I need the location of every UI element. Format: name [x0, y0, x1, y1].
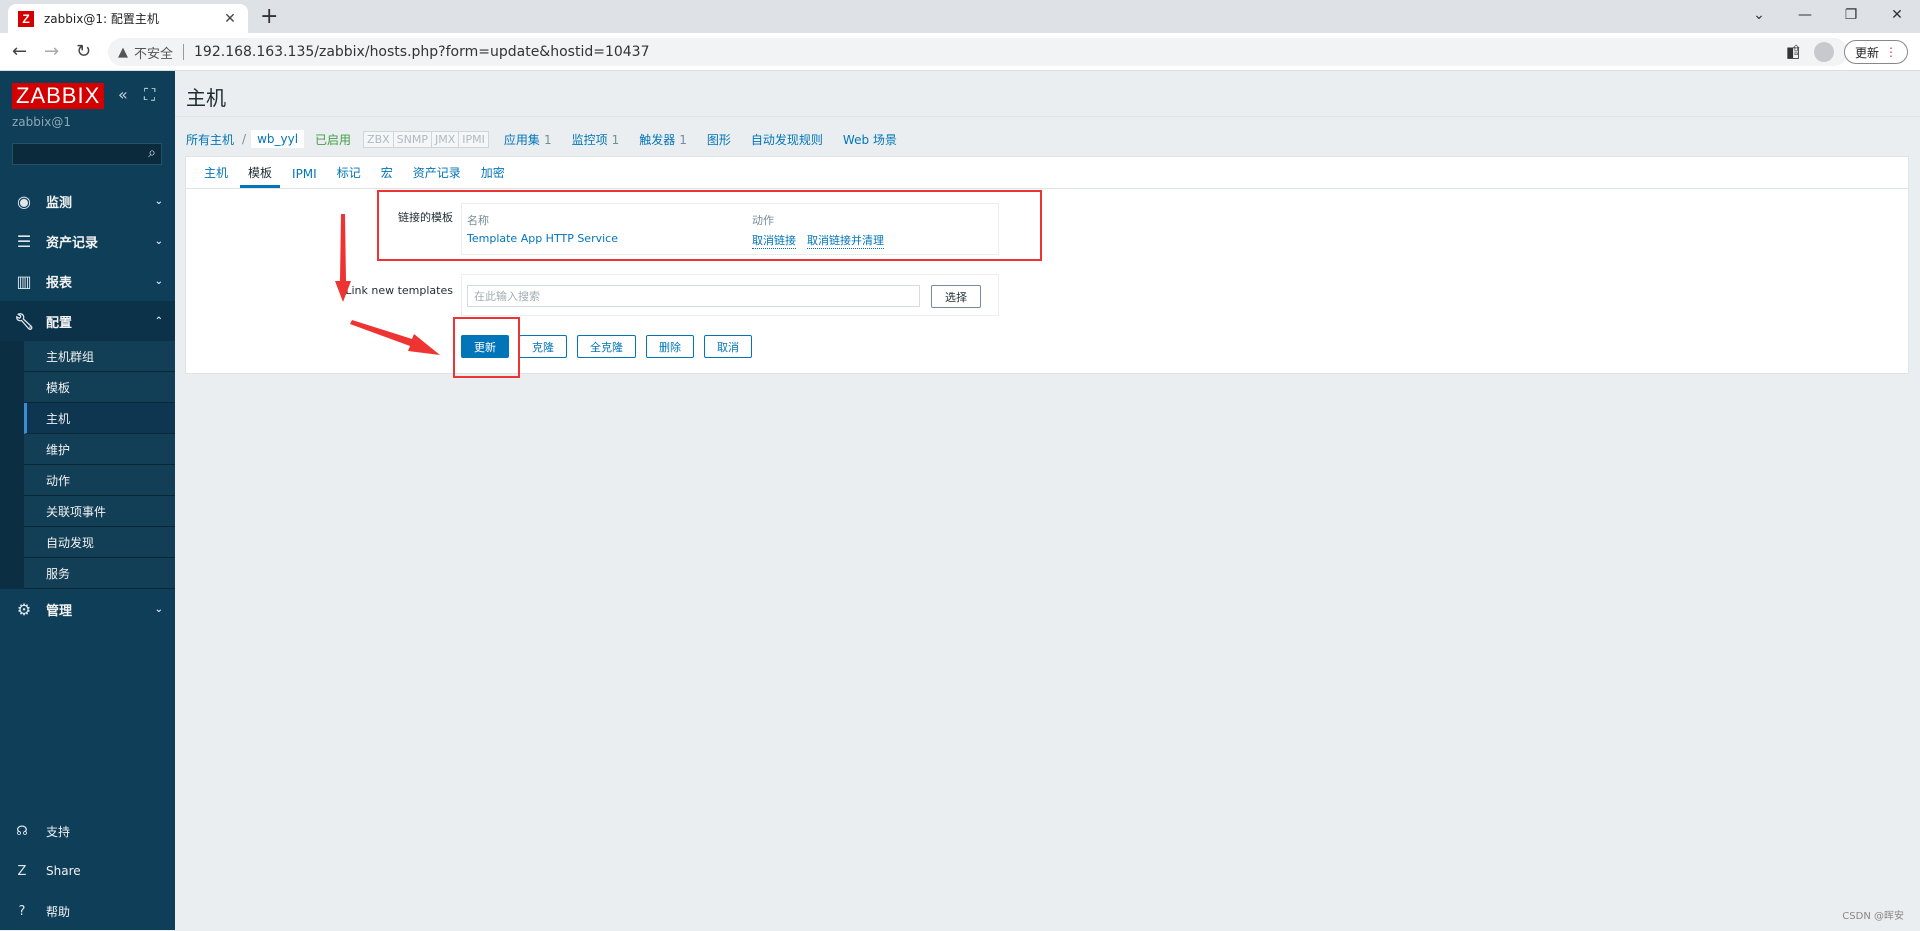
annotation-arrow-down	[335, 214, 351, 302]
watermark: CSDN @晖安	[1842, 911, 1904, 922]
annotation-arrows	[335, 214, 440, 355]
annotation-arrow-right	[350, 320, 440, 355]
